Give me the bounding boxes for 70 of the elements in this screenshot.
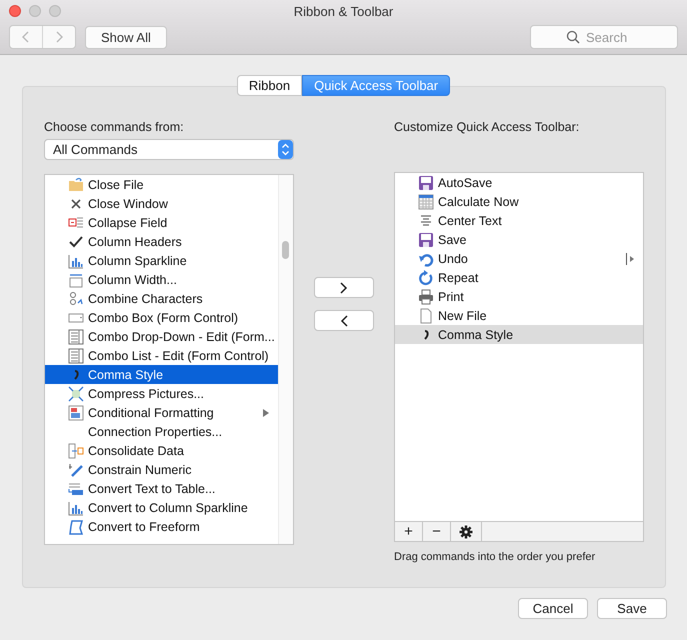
cancel-button[interactable]: Cancel: [518, 598, 588, 619]
toolbar-item[interactable]: New File: [395, 306, 643, 325]
command-item[interactable]: Combo Drop-Down - Edit (Form...: [45, 327, 278, 346]
chevron-right-icon: [340, 282, 348, 294]
conditional-formatting-icon: [68, 404, 84, 420]
toolbar-item[interactable]: Save: [395, 230, 643, 249]
bar-chart-icon: [68, 500, 84, 516]
command-item[interactable]: Connection Properties...: [45, 422, 278, 441]
command-item[interactable]: Convert Text to Table...: [45, 479, 278, 498]
close-icon[interactable]: [9, 5, 21, 17]
command-item[interactable]: Column Sparkline: [45, 251, 278, 270]
pencil-icon: [68, 462, 84, 478]
gear-icon: [459, 524, 473, 538]
command-item[interactable]: Consolidate Data: [45, 441, 278, 460]
combo-list-icon: [68, 328, 84, 344]
stepper-icon: [278, 140, 293, 159]
combine-characters-icon: [68, 290, 84, 306]
minimize-icon[interactable]: [29, 5, 41, 17]
column-width-icon: [68, 272, 84, 288]
printer-icon: [418, 288, 434, 304]
center-text-icon: [418, 212, 434, 228]
convert-table-icon: [68, 480, 84, 496]
toolbar-label: Customize Quick Access Toolbar:: [394, 120, 580, 136]
command-item[interactable]: Combine Characters: [45, 289, 278, 308]
add-button[interactable]: [314, 277, 374, 298]
toolbar-item[interactable]: Undo: [395, 249, 643, 268]
command-item[interactable]: Combo List - Edit (Form Control): [45, 346, 278, 365]
calculator-icon: [418, 194, 434, 210]
command-item[interactable]: Close Window: [45, 194, 278, 213]
search-field[interactable]: Search: [530, 25, 678, 49]
chevron-left-icon: [340, 314, 348, 326]
command-item[interactable]: Column Width...: [45, 270, 278, 289]
command-item[interactable]: Convert to Freeform: [45, 517, 278, 536]
command-item[interactable]: Column Headers: [45, 232, 278, 251]
save-button[interactable]: Save: [597, 598, 667, 619]
toolbar-item[interactable]: AutoSave: [395, 173, 643, 192]
bar-chart-icon: [68, 252, 84, 268]
command-item[interactable]: Conditional Formatting: [45, 403, 278, 422]
hint-text: Drag commands into the order you prefer: [394, 551, 596, 563]
command-item[interactable]: Convert to Column Sparkline: [45, 498, 278, 517]
command-item[interactable]: Combo Box (Form Control): [45, 308, 278, 327]
commands-dropdown[interactable]: All Commands: [44, 139, 294, 160]
command-item[interactable]: Comma Style: [45, 365, 278, 384]
toolbar-item[interactable]: Calculate Now: [395, 192, 643, 211]
collapse-field-icon: [68, 214, 84, 230]
toolbar-item[interactable]: Center Text: [395, 211, 643, 230]
window-title: Ribbon & Toolbar: [294, 4, 394, 18]
checkmark-icon: [68, 234, 84, 250]
toolbar-item[interactable]: Repeat: [395, 268, 643, 287]
remove-button[interactable]: [314, 310, 374, 331]
freeform-icon: [68, 518, 84, 534]
zoom-icon[interactable]: [49, 5, 61, 17]
scrollbar-thumb[interactable]: [282, 241, 289, 259]
toolbar-item[interactable]: Print: [395, 287, 643, 306]
command-item[interactable]: Collapse Field: [45, 213, 278, 232]
command-item[interactable]: Compress Pictures...: [45, 384, 278, 403]
source-label: Choose commands from:: [44, 120, 185, 136]
tab[interactable]: Ribbon: [236, 75, 302, 96]
consolidate-icon: [68, 442, 84, 458]
search-icon: [566, 30, 580, 44]
combo-list-icon: [68, 348, 84, 364]
submenu-arrow-icon: [263, 408, 269, 416]
show-all-button[interactable]: Show All: [85, 26, 167, 48]
compress-pictures-icon: [68, 386, 84, 402]
toolbar-item[interactable]: Comma Style: [395, 325, 643, 344]
folder-icon: [68, 176, 84, 192]
repeat-icon: [418, 270, 434, 286]
command-item[interactable]: Constrain Numeric: [45, 460, 278, 479]
command-item[interactable]: Close File: [45, 175, 278, 194]
submenu-arrow-icon: [626, 252, 634, 264]
